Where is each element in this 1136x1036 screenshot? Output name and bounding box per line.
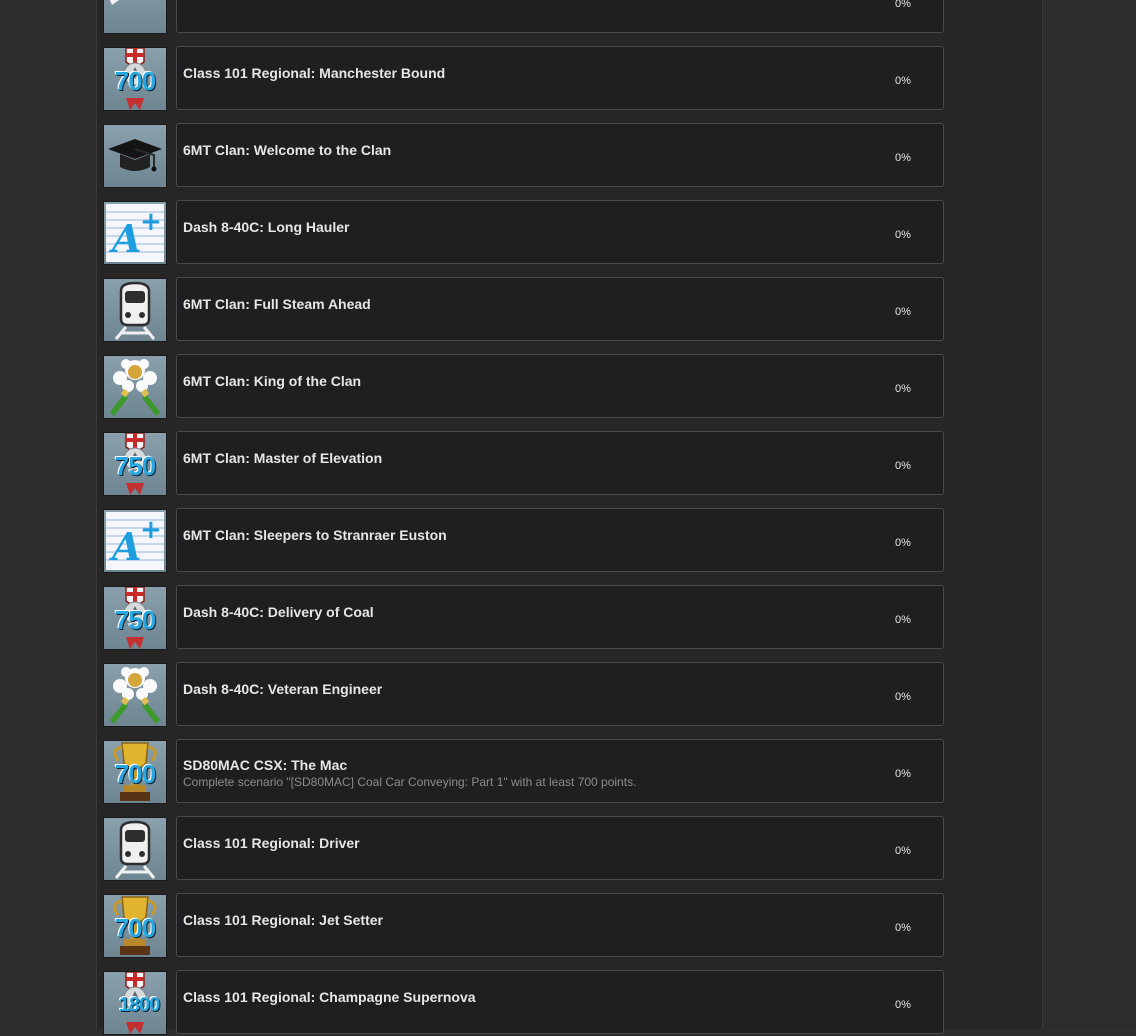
- progress-percent: 0%: [895, 75, 911, 87]
- champagne-icon: [103, 663, 167, 727]
- medal-score-icon: 700: [103, 47, 167, 111]
- a-plus-grade-icon: A +: [103, 509, 167, 573]
- achievement-row: 6MT Clan: Welcome to the Clan 0%: [103, 123, 944, 189]
- svg-text:+: +: [140, 207, 162, 237]
- achievement-card: Class 101 Regional: Manchester Bound 0%: [176, 46, 944, 110]
- achievement-card: Dash 8-40C: Long Hauler 0%: [176, 200, 944, 264]
- progress-percent: 0%: [895, 922, 911, 934]
- achievement-row: 700 SD80MAC CSX: The Mac Complete scenario…: [103, 739, 944, 805]
- progress-percent: 0%: [895, 0, 911, 10]
- progress-percent: 0%: [895, 152, 911, 164]
- achievement-row: 1800 Class 101 Regional: Champagne Supern…: [103, 970, 944, 1036]
- achievement-title: Dash 8-40C: Delivery of Coal: [183, 604, 374, 620]
- champagne-icon: [103, 355, 167, 419]
- achievement-card: 6MT Clan: Full Steam Ahead 0%: [176, 277, 944, 341]
- achievement-title: 6MT Clan: Master of Elevation: [183, 450, 383, 466]
- achievement-description: Complete scenario "[SD80MAC] Coal Car Co…: [183, 775, 637, 789]
- achievement-title: Class 101 Regional: Driver: [183, 835, 360, 851]
- progress-percent: 0%: [895, 306, 911, 318]
- trophy-score-icon: 700: [103, 894, 167, 958]
- achievement-title: Dash 8-40C: Long Hauler: [183, 219, 350, 235]
- achievement-row: 700 Class 101 Regional: Jet Setter 0%: [103, 893, 944, 959]
- progress-percent: 0%: [895, 537, 911, 549]
- achievement-title: Class 101 Regional: Manchester Bound: [183, 65, 446, 81]
- achievement-card: 6MT Clan: King of the Clan 0%: [176, 354, 944, 418]
- badge-number: 700: [114, 913, 156, 943]
- achievement-card: 6MT Clan: Sleepers to Stranraer Euston 0%: [176, 508, 944, 572]
- achievement-row: 0%: [103, 0, 944, 35]
- progress-percent: 0%: [895, 845, 911, 857]
- badge-number: 750: [114, 605, 156, 635]
- progress-percent: 0%: [895, 460, 911, 472]
- achievement-title: 6MT Clan: Welcome to the Clan: [183, 142, 392, 158]
- svg-text:A: A: [109, 216, 141, 261]
- achievement-row: Class 101 Regional: Driver 0%: [103, 816, 944, 882]
- medal-score-icon: 750: [103, 432, 167, 496]
- achievement-row: 6MT Clan: King of the Clan 0%: [103, 354, 944, 420]
- trophy-score-icon: 700: [103, 740, 167, 804]
- achievement-card: SD80MAC CSX: The Mac Complete scenario "[…: [176, 739, 944, 803]
- train-icon: [103, 278, 167, 342]
- achievement-card: Dash 8-40C: Delivery of Coal 0%: [176, 585, 944, 649]
- badge-number: 700: [114, 759, 156, 789]
- right-rail: [1043, 0, 1136, 1029]
- achievement-card: 0%: [176, 0, 944, 33]
- achievement-title: Class 101 Regional: Jet Setter: [183, 912, 383, 928]
- svg-text:+: +: [140, 515, 162, 545]
- achievement-title: 6MT Clan: Sleepers to Stranraer Euston: [183, 527, 447, 543]
- badge-number: 750: [114, 451, 156, 481]
- train-icon: [103, 817, 167, 881]
- graduation-cap-icon: [103, 124, 167, 188]
- achievement-card: Dash 8-40C: Veteran Engineer 0%: [176, 662, 944, 726]
- achievement-row: 700 Class 101 Regional: Manchester Bound 0…: [103, 46, 944, 112]
- a-plus-grade-icon: A +: [103, 201, 167, 265]
- ribbon-medal-icon: [103, 0, 167, 34]
- achievement-row: Dash 8-40C: Veteran Engineer 0%: [103, 662, 944, 728]
- achievement-title: 6MT Clan: Full Steam Ahead: [183, 296, 371, 312]
- achievement-title: Class 101 Regional: Champagne Supernova: [183, 989, 476, 1005]
- medal-score-icon: 1800: [103, 971, 167, 1035]
- achievement-card: Class 101 Regional: Jet Setter 0%: [176, 893, 944, 957]
- progress-percent: 0%: [895, 614, 911, 626]
- achievement-title: 6MT Clan: King of the Clan: [183, 373, 362, 389]
- medal-score-icon: 750: [103, 586, 167, 650]
- progress-percent: 0%: [895, 229, 911, 241]
- progress-percent: 0%: [895, 999, 911, 1011]
- achievement-card: 6MT Clan: Welcome to the Clan 0%: [176, 123, 944, 187]
- achievement-card: Class 101 Regional: Driver 0%: [176, 816, 944, 880]
- achievement-card: 6MT Clan: Master of Elevation 0%: [176, 431, 944, 495]
- badge-number: 700: [114, 66, 156, 96]
- achievement-card: Class 101 Regional: Champagne Supernova 0…: [176, 970, 944, 1034]
- badge-number: 1800: [118, 994, 161, 1016]
- progress-percent: 0%: [895, 768, 911, 780]
- achievement-row: A +6MT Clan: Sleepers to Stranraer Euston…: [103, 508, 944, 574]
- progress-percent: 0%: [895, 691, 911, 703]
- achievement-row: 750 Dash 8-40C: Delivery of Coal 0%: [103, 585, 944, 651]
- achievement-title: Dash 8-40C: Veteran Engineer: [183, 681, 383, 697]
- svg-text:A: A: [109, 524, 141, 569]
- achievement-row: A + Dash 8-40C: Long Hauler 0%: [103, 200, 944, 266]
- achievement-row: 6MT Clan: Full Steam Ahead 0%: [103, 277, 944, 343]
- progress-percent: 0%: [895, 383, 911, 395]
- achievement-row: 750 6MT Clan: Master of Elevation 0%: [103, 431, 944, 497]
- achievement-title: SD80MAC CSX: The Mac: [183, 757, 348, 773]
